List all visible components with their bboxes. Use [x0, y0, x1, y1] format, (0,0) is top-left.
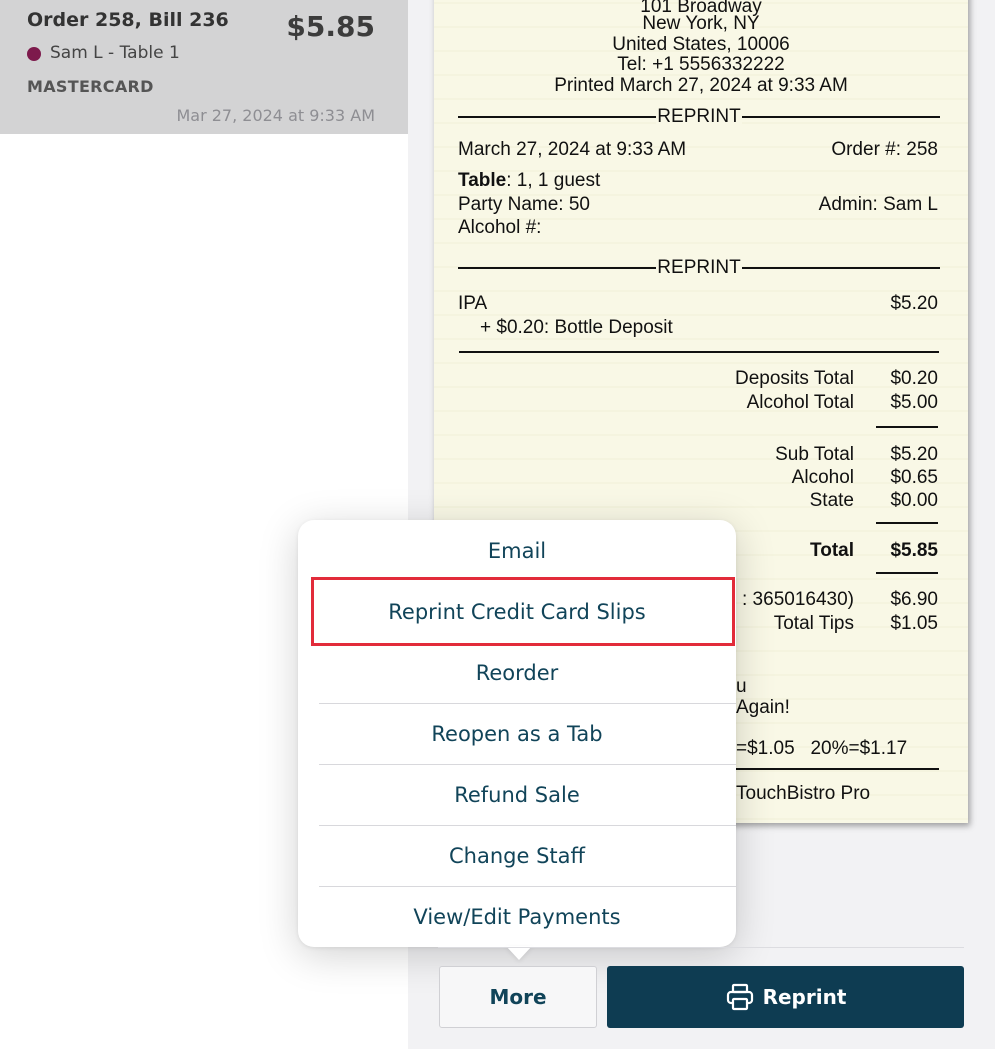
table-label: Table — [458, 170, 507, 191]
menu-item-email[interactable]: Email — [298, 520, 736, 581]
receipt-item-name: IPA — [458, 293, 488, 314]
receipt-date: March 27, 2024 at 9:33 AM — [458, 139, 687, 160]
total-tips-value: $1.05 — [890, 613, 938, 634]
menu-item-reopen-as-tab[interactable]: Reopen as a Tab — [298, 703, 736, 764]
receipt-divider — [459, 351, 939, 353]
receipt-divider — [876, 572, 938, 574]
menu-item-refund-sale[interactable]: Refund Sale — [298, 764, 736, 825]
staff-table-label: Sam L - Table 1 — [50, 43, 180, 63]
receipt-phone: Tel: +1 5556332222 — [617, 54, 785, 75]
menu-pointer-arrow — [506, 946, 532, 960]
more-button[interactable]: More — [439, 966, 597, 1028]
table-value: : 1, 1 guest — [506, 170, 601, 191]
order-timestamp: Mar 27, 2024 at 9:33 AM — [176, 106, 375, 125]
menu-item-change-staff[interactable]: Change Staff — [298, 825, 736, 886]
receipt-party-name: Party Name: 50 — [458, 194, 590, 215]
receipt-table-line: Table: 1, 1 guest — [458, 170, 600, 191]
reprint-label: REPRINT — [656, 257, 742, 278]
receipt-footer: TouchBistro Pro — [736, 783, 871, 804]
receipt-item-price: $5.20 — [890, 293, 938, 314]
order-list-item[interactable]: Order 258, Bill 236 $5.85 Sam L - Table … — [0, 0, 408, 134]
receipt-admin: Admin: Sam L — [818, 194, 938, 215]
reprint-label: REPRINT — [656, 106, 742, 127]
receipt-order-number: Order #: 258 — [831, 139, 938, 160]
total-tips-label: Total Tips — [773, 613, 854, 634]
deposits-total-label: Deposits Total — [735, 368, 854, 389]
deposits-total-value: $0.20 — [890, 368, 938, 389]
reprint-divider: REPRINT — [458, 106, 940, 128]
order-title: Order 258, Bill 236 — [27, 9, 229, 31]
card-payment-label: : 365016430) — [742, 589, 854, 610]
receipt-thanks-line: Again! — [736, 697, 790, 718]
menu-item-reprint-credit-card-slips[interactable]: Reprint Credit Card Slips — [298, 581, 736, 642]
alcohol-tax-value: $0.65 — [890, 467, 938, 488]
receipt-divider — [736, 768, 939, 770]
receipt-divider — [876, 426, 938, 428]
menu-item-reorder[interactable]: Reorder — [298, 642, 736, 703]
receipt-thanks-line: u — [736, 676, 747, 697]
alcohol-total-label: Alcohol Total — [746, 392, 854, 413]
alcohol-total-value: $5.00 — [890, 392, 938, 413]
staff-color-dot — [27, 47, 41, 61]
reprint-button[interactable]: Reprint — [607, 966, 964, 1028]
sub-total-label: Sub Total — [775, 444, 854, 465]
reprint-divider: REPRINT — [458, 257, 940, 279]
reprint-label: Reprint — [762, 985, 847, 1009]
card-payment-value: $6.90 — [890, 589, 938, 610]
total-label: Total — [810, 540, 854, 561]
receipt-printed-date: Printed March 27, 2024 at 9:33 AM — [554, 75, 848, 96]
menu-item-view-edit-payments[interactable]: View/Edit Payments — [298, 886, 736, 947]
more-actions-menu: Email Reprint Credit Card Slips Reorder … — [298, 520, 736, 947]
payment-method: MASTERCARD — [27, 77, 154, 96]
receipt-address-line: New York, NY — [642, 13, 760, 34]
state-tax-label: State — [809, 490, 854, 511]
action-bar-divider — [438, 947, 964, 948]
total-value: $5.85 — [890, 540, 938, 561]
printer-icon — [725, 983, 755, 1011]
sub-total-value: $5.20 — [890, 444, 938, 465]
receipt-tip-suggestions: =$1.05 20%=$1.17 — [736, 738, 908, 759]
state-tax-value: $0.00 — [890, 490, 938, 511]
order-total: $5.85 — [286, 10, 375, 43]
receipt-divider — [876, 522, 938, 524]
receipt-alcohol-number: Alcohol #: — [458, 217, 542, 238]
receipt-address-line: United States, 10006 — [612, 34, 790, 55]
alcohol-tax-label: Alcohol — [791, 467, 854, 488]
receipt-item-modifier: + $0.20: Bottle Deposit — [480, 317, 673, 338]
